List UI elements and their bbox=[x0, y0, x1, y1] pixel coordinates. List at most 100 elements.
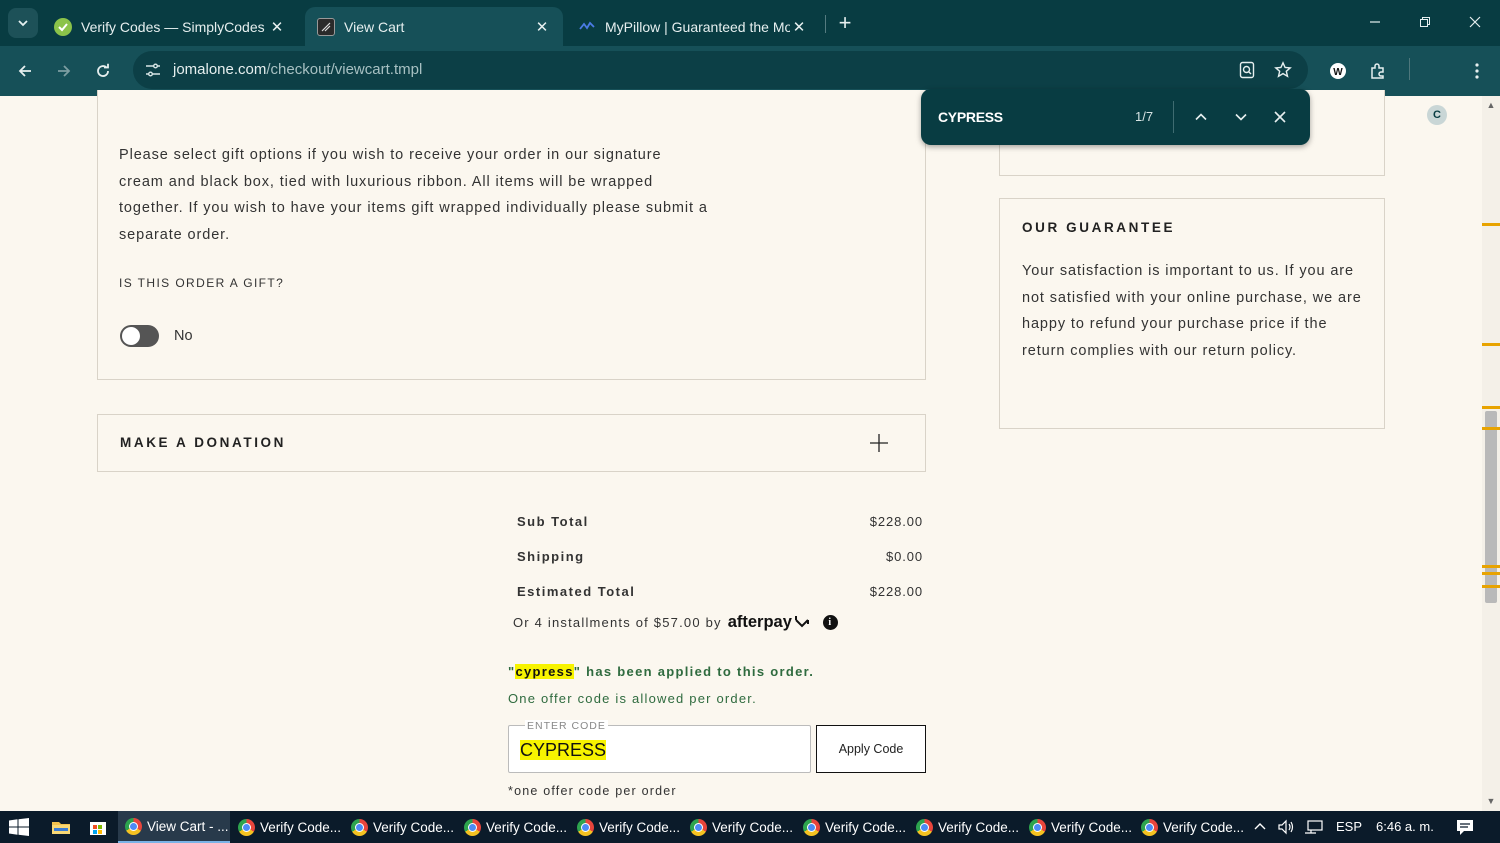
svg-text:W: W bbox=[1333, 67, 1343, 78]
tab-view-cart[interactable]: View Cart ✕ bbox=[305, 7, 563, 46]
file-explorer-icon[interactable] bbox=[51, 817, 71, 837]
arrow-right-icon bbox=[58, 65, 71, 77]
toggle-knob bbox=[121, 326, 141, 346]
find-match-marker bbox=[1482, 427, 1500, 430]
taskbar-app-label: Verify Code... bbox=[1051, 819, 1133, 835]
close-window-button[interactable] bbox=[1450, 0, 1500, 44]
toolbar-divider bbox=[1409, 58, 1410, 80]
apply-code-button[interactable]: Apply Code bbox=[816, 725, 926, 773]
forward-button[interactable] bbox=[49, 56, 79, 86]
tab-close-icon[interactable]: ✕ bbox=[533, 18, 551, 36]
chrome-icon bbox=[690, 818, 707, 836]
minimize-button[interactable] bbox=[1350, 0, 1400, 44]
gift-question: IS THIS ORDER A GIFT? bbox=[119, 276, 285, 290]
tab-search-button[interactable] bbox=[8, 8, 38, 38]
find-match-marker bbox=[1482, 223, 1500, 226]
tab-mypillow[interactable]: MyPillow | Guaranteed the Most ✕ bbox=[566, 7, 820, 46]
taskbar-app-verify-code[interactable]: Verify Code... bbox=[457, 811, 569, 843]
taskbar-app-verify-code[interactable]: Verify Code... bbox=[344, 811, 456, 843]
afterpay-installments: Or 4 installments of $57.00 by afterpay … bbox=[513, 613, 838, 632]
taskbar-app-verify-code[interactable]: Verify Code... bbox=[796, 811, 908, 843]
find-match-marker bbox=[1482, 343, 1500, 346]
guarantee-text: Your satisfaction is important to us. If… bbox=[1022, 263, 1362, 359]
close-icon bbox=[1469, 16, 1481, 28]
find-next-button[interactable] bbox=[1229, 105, 1253, 129]
store-icon[interactable] bbox=[88, 817, 108, 837]
network-icon[interactable] bbox=[1304, 819, 1324, 835]
find-input[interactable]: CYPRESS bbox=[938, 109, 1003, 125]
find-match-marker bbox=[1482, 585, 1500, 588]
url-text: jomalone.com/checkout/viewcart.tmpl bbox=[173, 61, 423, 78]
find-in-page-bar: CYPRESS 1/7 bbox=[921, 89, 1310, 145]
subtotal-value: $228.00 bbox=[869, 514, 923, 529]
arrow-left-icon bbox=[18, 65, 31, 77]
shipping-value: $0.00 bbox=[885, 549, 923, 564]
tab-title: Verify Codes — SimplyCodes bbox=[81, 18, 265, 35]
browser-menu-icon[interactable] bbox=[1464, 58, 1490, 84]
taskbar-app-view-cart[interactable]: View Cart - ... bbox=[118, 811, 230, 843]
taskbar-app-verify-code[interactable]: Verify Code... bbox=[1022, 811, 1134, 843]
taskbar-app-label: Verify Code... bbox=[486, 819, 568, 835]
tab-simplycodes[interactable]: Verify Codes — SimplyCodes ✕ bbox=[42, 7, 298, 46]
find-match-marker bbox=[1482, 565, 1500, 568]
profile-avatar[interactable]: C bbox=[1427, 105, 1447, 125]
chrome-icon bbox=[464, 818, 481, 836]
tab-title: MyPillow | Guaranteed the Most bbox=[605, 18, 790, 35]
taskbar-app-label: Verify Code... bbox=[712, 819, 794, 835]
code-applied-message: "cypress" has been applied to this order… bbox=[508, 664, 815, 679]
extensions-puzzle-icon[interactable] bbox=[1365, 58, 1391, 84]
find-match-count: 1/7 bbox=[1135, 109, 1154, 124]
find-match-marker bbox=[1482, 572, 1500, 575]
page-zoom-icon[interactable] bbox=[1235, 59, 1259, 81]
language-indicator[interactable]: ESP bbox=[1336, 819, 1362, 834]
find-close-button[interactable] bbox=[1268, 105, 1292, 129]
plus-icon[interactable] bbox=[868, 432, 890, 454]
page-scrollbar[interactable]: ▲ ▼ bbox=[1482, 96, 1500, 811]
gift-toggle-label: No bbox=[174, 328, 193, 344]
taskbar-app-verify-code[interactable]: Verify Code... bbox=[231, 811, 343, 843]
taskbar-app-verify-code[interactable]: Verify Code... bbox=[909, 811, 1021, 843]
chrome-icon bbox=[238, 818, 255, 836]
reload-button[interactable] bbox=[88, 56, 118, 86]
minimize-icon bbox=[1370, 21, 1380, 23]
find-match-marker bbox=[1482, 406, 1500, 409]
taskbar-app-label: Verify Code... bbox=[599, 819, 681, 835]
back-button[interactable] bbox=[10, 56, 40, 86]
offer-code-footnote: *one offer code per order bbox=[508, 784, 677, 798]
bookmark-star-icon[interactable] bbox=[1271, 59, 1295, 81]
taskbar-app-label: View Cart - ... bbox=[147, 818, 229, 834]
mypillow-icon bbox=[578, 18, 596, 36]
tray-chevron-up-icon[interactable] bbox=[1252, 819, 1268, 835]
tab-close-icon[interactable]: ✕ bbox=[268, 18, 286, 36]
guarantee-title: OUR GUARANTEE bbox=[1022, 220, 1176, 235]
taskbar-app-verify-code[interactable]: Verify Code... bbox=[1134, 811, 1246, 843]
site-info-icon[interactable] bbox=[143, 60, 163, 80]
find-previous-button[interactable] bbox=[1189, 105, 1213, 129]
shipping-label: Shipping bbox=[517, 549, 585, 564]
extension-w-icon[interactable]: W bbox=[1325, 58, 1351, 84]
windows-start-icon[interactable] bbox=[8, 818, 30, 836]
tab-close-icon[interactable]: ✕ bbox=[790, 18, 808, 36]
clock[interactable]: 6:46 a. m. bbox=[1376, 819, 1434, 834]
chrome-icon bbox=[1141, 818, 1158, 836]
afterpay-logo: afterpay bbox=[727, 613, 792, 631]
notifications-icon[interactable] bbox=[1455, 818, 1475, 836]
restore-button[interactable] bbox=[1400, 0, 1450, 44]
chevron-down-icon bbox=[1235, 113, 1247, 121]
donation-title: MAKE A DONATION bbox=[120, 435, 286, 450]
taskbar-app-verify-code[interactable]: Verify Code... bbox=[570, 811, 682, 843]
info-icon[interactable]: i bbox=[822, 615, 838, 630]
gift-toggle[interactable] bbox=[120, 325, 159, 347]
scroll-down-arrow-icon[interactable]: ▼ bbox=[1486, 796, 1496, 806]
estimated-total-label: Estimated Total bbox=[517, 584, 636, 599]
offer-code-value[interactable]: CYPRESS bbox=[520, 740, 607, 760]
address-bar[interactable]: jomalone.com/checkout/viewcart.tmpl bbox=[133, 51, 1308, 89]
chrome-icon bbox=[916, 818, 933, 836]
new-tab-button[interactable]: + bbox=[832, 10, 858, 36]
taskbar-app-label: Verify Code... bbox=[1163, 819, 1245, 835]
scroll-up-arrow-icon[interactable]: ▲ bbox=[1486, 100, 1496, 110]
taskbar-app-label: Verify Code... bbox=[938, 819, 1020, 835]
jomalone-icon bbox=[317, 17, 335, 36]
taskbar-app-verify-code[interactable]: Verify Code... bbox=[683, 811, 795, 843]
volume-icon[interactable] bbox=[1277, 819, 1295, 835]
